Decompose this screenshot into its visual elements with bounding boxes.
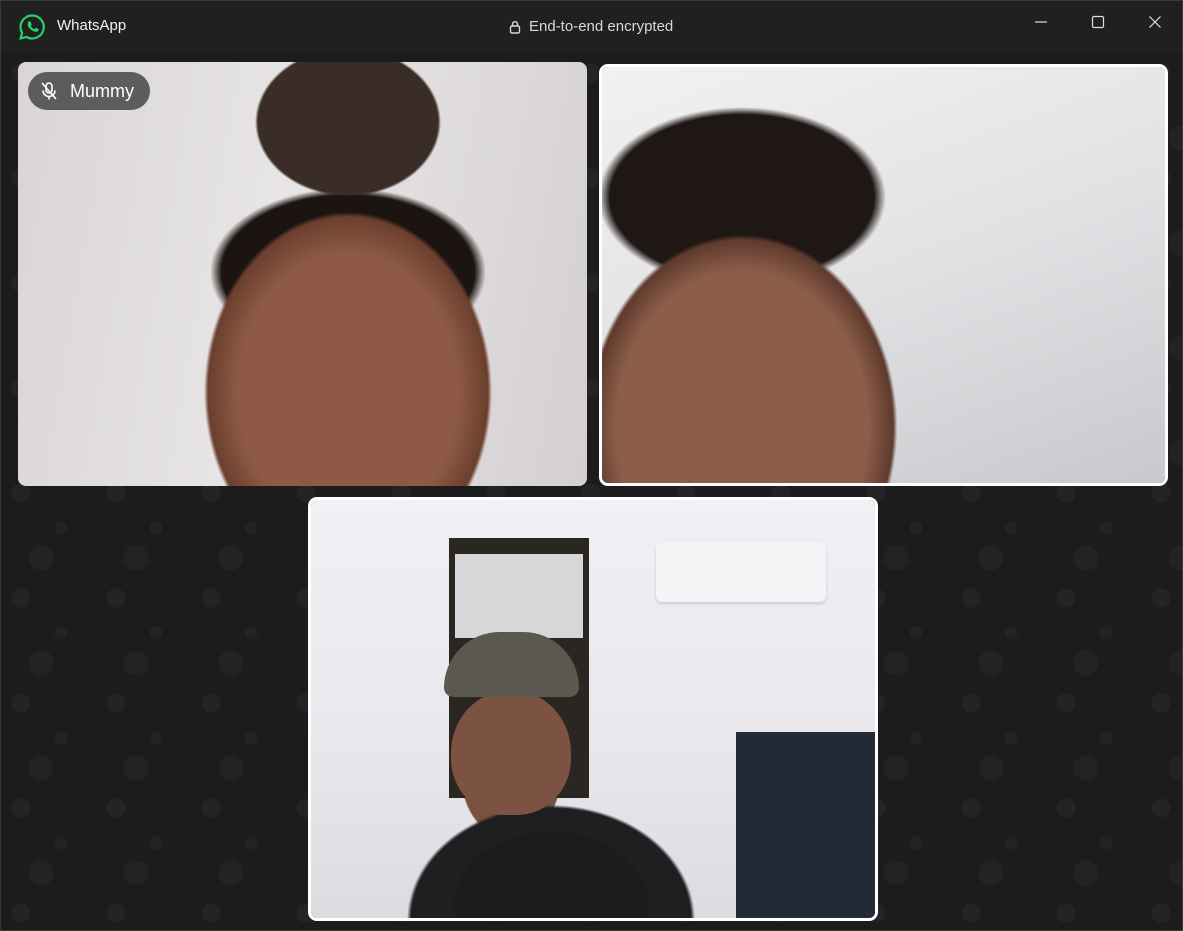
participant-video (18, 62, 587, 486)
maximize-button[interactable] (1075, 9, 1121, 35)
close-icon (1149, 16, 1161, 28)
participant-name-chip: Mummy (28, 72, 150, 110)
encryption-label: End-to-end encrypted (529, 18, 674, 35)
whatsapp-call-window: WhatsApp End-to-end encrypted Mummy (0, 0, 1183, 931)
maximize-icon (1091, 15, 1105, 29)
participant-name: Mummy (70, 80, 134, 101)
app-title: WhatsApp (57, 17, 127, 34)
title-bar[interactable]: WhatsApp End-to-end encrypted (1, 1, 1182, 53)
minimize-button[interactable] (1018, 9, 1064, 35)
background-fridge (736, 732, 875, 918)
lock-icon (509, 20, 521, 34)
participant-video (602, 67, 1165, 483)
whatsapp-logo-icon (19, 14, 45, 40)
encryption-status: End-to-end encrypted (509, 18, 673, 35)
person-face (451, 690, 571, 815)
self-video (311, 500, 875, 918)
participant-tile-mummy[interactable]: Mummy (18, 62, 587, 486)
self-video-tile[interactable] (308, 497, 878, 921)
close-button[interactable] (1132, 9, 1178, 35)
mic-off-icon (41, 82, 57, 100)
background-door-window (455, 554, 583, 638)
background-air-conditioner (656, 542, 826, 602)
minimize-icon (1035, 21, 1047, 23)
participant-tile-2[interactable] (599, 64, 1168, 486)
